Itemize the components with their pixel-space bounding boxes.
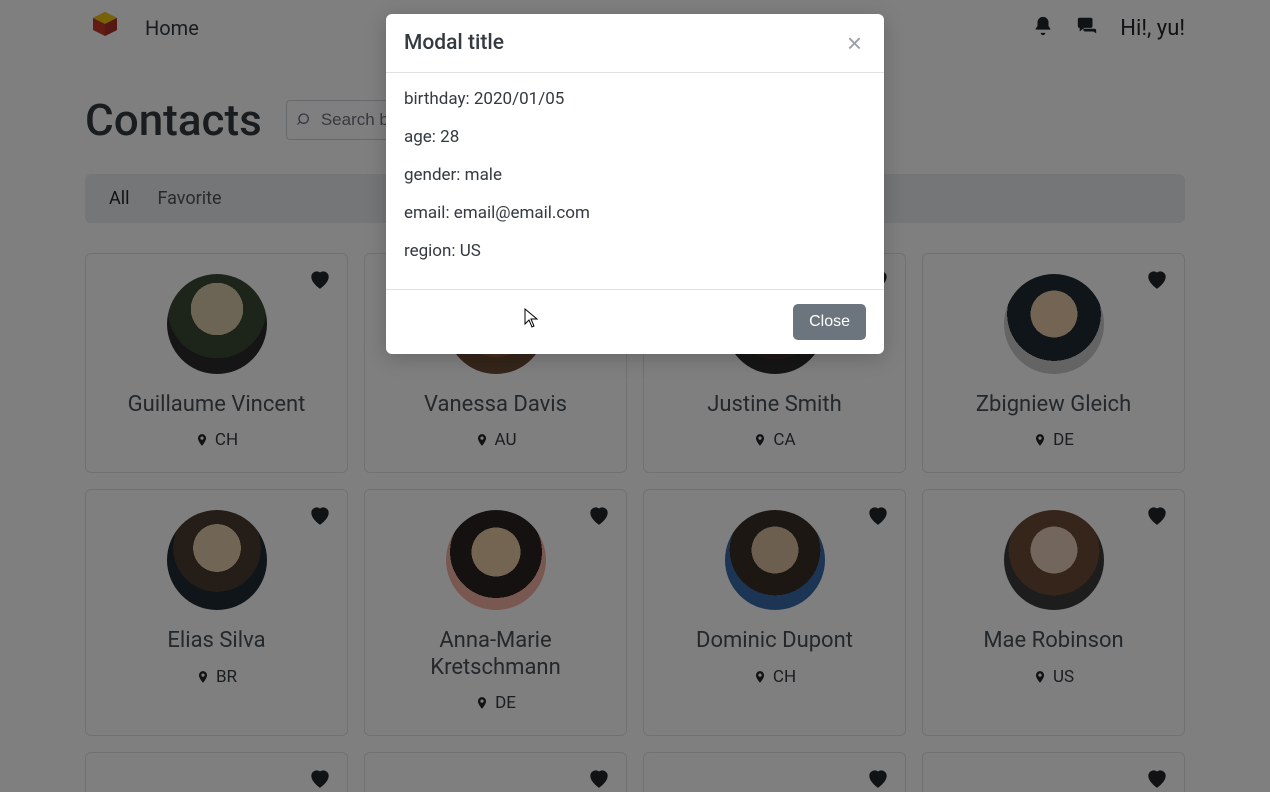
modal-row-gender: gender: male (404, 165, 866, 185)
modal-row-age: age: 28 (404, 127, 866, 147)
modal-row-birthday: birthday: 2020/01/05 (404, 89, 866, 109)
modal-row-email: email: email@email.com (404, 203, 866, 223)
modal-row-region: region: US (404, 241, 866, 261)
contact-detail-modal: Modal title × birthday: 2020/01/05 age: … (386, 14, 884, 354)
close-button[interactable]: Close (793, 304, 866, 340)
close-icon[interactable]: × (843, 30, 866, 56)
modal-title: Modal title (404, 31, 504, 55)
